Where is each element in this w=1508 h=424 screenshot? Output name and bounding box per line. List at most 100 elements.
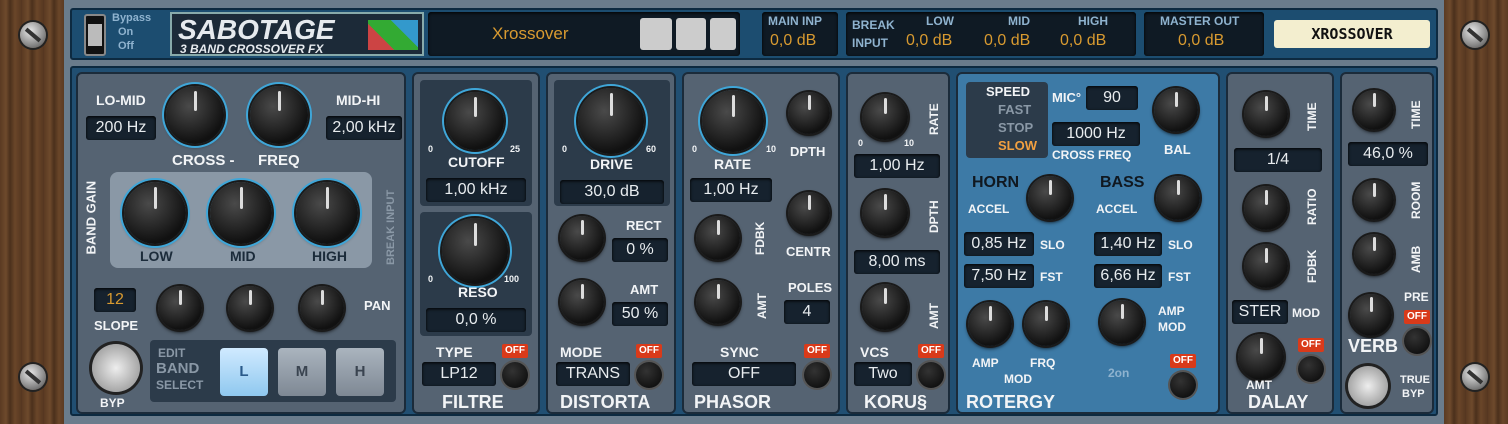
sync-value[interactable]: OFF — [692, 362, 796, 386]
high-gain-knob[interactable] — [296, 182, 358, 244]
band-m-button[interactable]: M — [278, 348, 326, 396]
phasor-fdbk-knob[interactable] — [696, 216, 740, 260]
ster-value[interactable]: STER — [1232, 300, 1288, 324]
pre-knob[interactable] — [1350, 294, 1392, 336]
bass-slo-value[interactable]: 1,40 Hz — [1094, 232, 1162, 256]
dalay-title: DALAY — [1248, 392, 1309, 412]
centr-knob[interactable] — [788, 192, 830, 234]
horn-accel-knob[interactable] — [1028, 176, 1072, 220]
korus-dpth-value[interactable]: 8,00 ms — [854, 250, 940, 274]
speed-fast-option[interactable]: FAST — [998, 102, 1031, 117]
main-input-display[interactable]: MAIN INP 0,0 dB — [762, 12, 838, 56]
cutoff-label: CUTOFF — [448, 154, 505, 170]
reso-value[interactable]: 0,0 % — [426, 308, 526, 332]
patch-tape-label[interactable]: XROSSOVER — [1274, 20, 1430, 48]
break-high-label: HIGH — [1078, 14, 1108, 28]
dalay-on-off-button[interactable] — [1298, 356, 1324, 382]
vcs-value[interactable]: Two — [854, 362, 912, 386]
phasor-rate-value[interactable]: 1,00 Hz — [690, 178, 772, 202]
phasor-amt-knob[interactable] — [696, 280, 740, 324]
dpth-knob[interactable] — [788, 92, 830, 134]
room-knob[interactable] — [1354, 180, 1394, 220]
break-input-display: BREAK INPUT LOW 0,0 dB MID 0,0 dB HIGH 0… — [846, 12, 1136, 56]
korus-amt-knob[interactable] — [862, 284, 908, 330]
lo-mid-knob[interactable] — [166, 86, 224, 144]
reso-label: RESO — [458, 284, 498, 300]
filtre-on-off-button[interactable] — [502, 362, 528, 388]
bass-accel-knob[interactable] — [1156, 176, 1200, 220]
korus-dpth-knob[interactable] — [862, 190, 908, 236]
amp-mod-knob[interactable] — [1100, 300, 1144, 344]
bal-knob[interactable] — [1154, 88, 1198, 132]
type-value[interactable]: LP12 — [422, 362, 496, 386]
reso-knob[interactable] — [442, 218, 508, 284]
mid-pan-knob[interactable] — [228, 286, 272, 330]
amb-knob[interactable] — [1354, 234, 1394, 274]
band-h-button[interactable]: H — [336, 348, 384, 396]
mid-hi-knob[interactable] — [250, 86, 308, 144]
verb-time-label: TIME — [1409, 100, 1423, 129]
preset-up-down-icon[interactable] — [640, 18, 672, 50]
folder-icon[interactable] — [676, 18, 706, 50]
low-pan-knob[interactable] — [158, 286, 202, 330]
dalay-time-label: TIME — [1305, 102, 1319, 131]
ratio-knob[interactable] — [1244, 186, 1288, 230]
distorta-amt-knob[interactable] — [560, 280, 604, 324]
phasor-rate-knob[interactable] — [702, 90, 764, 152]
verb-on-off-button[interactable] — [1404, 328, 1430, 354]
bass-fst-value[interactable]: 6,66 Hz — [1094, 264, 1162, 288]
select-label: SELECT — [156, 378, 204, 392]
cross-freq-value[interactable]: 1000 Hz — [1052, 122, 1140, 146]
save-icon[interactable] — [710, 18, 736, 50]
verb-time-value[interactable]: 46,0 % — [1348, 142, 1428, 166]
mid-gain-knob[interactable] — [210, 182, 272, 244]
slope-value[interactable]: 12 — [94, 288, 136, 312]
rect-knob[interactable] — [560, 216, 604, 260]
verb-time-knob[interactable] — [1354, 90, 1394, 130]
bypass-switch[interactable] — [84, 14, 106, 56]
break-mid-value[interactable]: 0,0 dB — [984, 32, 1030, 50]
dalay-fdbk-knob[interactable] — [1244, 244, 1288, 288]
band-l-button[interactable]: L — [220, 348, 268, 396]
amp-mod-frq-knob[interactable] — [1024, 302, 1068, 346]
korus-rate-value[interactable]: 1,00 Hz — [854, 154, 940, 178]
speed-stop-option[interactable]: STOP — [998, 120, 1033, 135]
high-pan-knob[interactable] — [300, 286, 344, 330]
screw-icon — [1462, 364, 1488, 390]
brand-subtitle: 3 BAND CROSSOVER FX — [180, 42, 324, 56]
horn-slo-value[interactable]: 0,85 Hz — [964, 232, 1034, 256]
lo-mid-value[interactable]: 200 Hz — [86, 116, 156, 140]
true-bypass-footswitch[interactable] — [1348, 366, 1388, 406]
dalay-amt-knob[interactable] — [1238, 334, 1284, 380]
cutoff-value[interactable]: 1,00 kHz — [426, 178, 526, 202]
horn-fst-value[interactable]: 7,50 Hz — [964, 264, 1034, 288]
korus-rate-knob[interactable] — [862, 94, 908, 140]
poles-value[interactable]: 4 — [784, 300, 830, 324]
mic-value[interactable]: 90 — [1086, 86, 1138, 110]
low-gain-knob[interactable] — [124, 182, 186, 244]
cutoff-knob[interactable] — [446, 92, 504, 150]
distorta-on-off-button[interactable] — [636, 362, 662, 388]
distorta-amt-value[interactable]: 50 % — [612, 302, 668, 326]
korus-scale-min: 0 — [858, 138, 864, 148]
rect-value[interactable]: 0 % — [612, 238, 668, 262]
speed-slow-option[interactable]: SLOW — [998, 138, 1037, 153]
drive-value[interactable]: 30,0 dB — [560, 180, 664, 204]
dalay-time-knob[interactable] — [1244, 92, 1288, 136]
amp-mod-amp-knob[interactable] — [968, 302, 1012, 346]
poles-label: POLES — [788, 280, 833, 295]
mid-hi-value[interactable]: 2,00 kHz — [326, 116, 402, 140]
break-high-value[interactable]: 0,0 dB — [1060, 32, 1106, 50]
break-low-value[interactable]: 0,0 dB — [906, 32, 952, 50]
phasor-on-off-button[interactable] — [804, 362, 830, 388]
mod-label: MOD — [1004, 372, 1032, 386]
mode-value[interactable]: TRANS — [556, 362, 630, 386]
bypass-footswitch[interactable] — [92, 344, 140, 392]
horn-slo-label: SLO — [1040, 238, 1065, 252]
dalay-time-value[interactable]: 1/4 — [1234, 148, 1322, 172]
korus-on-off-button[interactable] — [918, 362, 944, 388]
master-out-display[interactable]: MASTER OUT 0,0 dB — [1144, 12, 1264, 56]
rotergy-on-off-button[interactable] — [1170, 372, 1196, 398]
preset-display[interactable]: Xrossover — [428, 12, 740, 56]
drive-knob[interactable] — [578, 88, 644, 154]
